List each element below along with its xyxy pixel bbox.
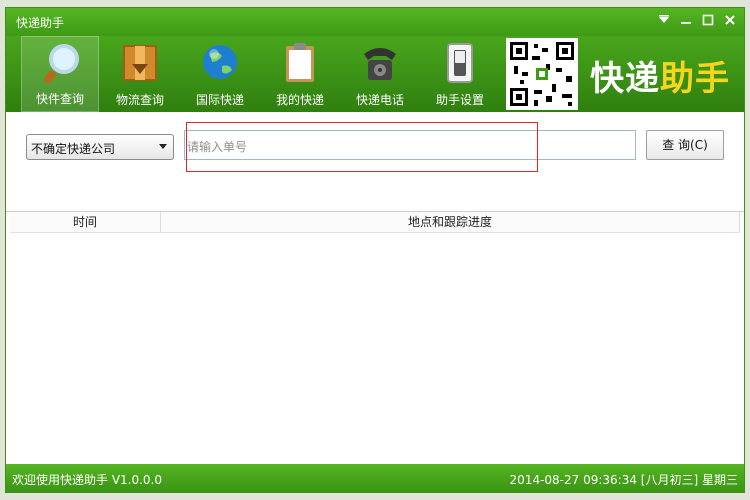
brand-text-highlight: 助手 bbox=[660, 59, 730, 99]
minimize-icon[interactable] bbox=[678, 12, 694, 28]
tool-label: 国际快递 bbox=[195, 93, 244, 107]
telephone-icon bbox=[360, 40, 400, 86]
maximize-icon[interactable] bbox=[700, 12, 716, 28]
tracking-number-input[interactable]: 请输入单号 bbox=[184, 130, 636, 160]
menu-dropdown-icon[interactable] bbox=[656, 12, 672, 28]
clipboard-icon bbox=[280, 40, 320, 86]
column-header-time[interactable]: 时间 bbox=[10, 212, 161, 232]
search-panel: 不确定快递公司 请输入单号 查 询(C) bbox=[6, 112, 744, 208]
tool-label: 快递电话 bbox=[355, 93, 404, 107]
tool-assistant-settings[interactable]: 助手设置 bbox=[421, 36, 499, 112]
tool-logistics-query[interactable]: 物流查询 bbox=[101, 36, 179, 112]
query-button[interactable]: 查 询(C) bbox=[646, 130, 724, 160]
tool-label: 物流查询 bbox=[115, 93, 164, 107]
tool-label: 快件查询 bbox=[35, 92, 84, 106]
brand-text-main: 快递 bbox=[590, 59, 660, 99]
dropdown-arrow-icon bbox=[159, 144, 167, 149]
tool-label: 助手设置 bbox=[435, 93, 484, 107]
courier-company-select[interactable]: 不确定快递公司 bbox=[26, 134, 174, 160]
app-window: 快递助手 快件查询 物流查询 国际快递 我的快递 快递电话 助手设置 快递助手 … bbox=[5, 7, 745, 493]
window-controls bbox=[656, 12, 738, 28]
title-bar: 快递助手 bbox=[6, 8, 744, 36]
status-bar: 欢迎使用快递助手 V1.0.0.0 2014-08-27 09:36:34 [八… bbox=[6, 464, 744, 492]
column-header-location-progress[interactable]: 地点和跟踪进度 bbox=[161, 212, 740, 232]
tool-express-phone[interactable]: 快递电话 bbox=[341, 36, 419, 112]
tool-express-query[interactable]: 快件查询 bbox=[21, 36, 99, 112]
tracking-results-table: 时间 地点和跟踪进度 bbox=[6, 211, 744, 470]
globe-icon bbox=[200, 40, 240, 86]
close-icon[interactable] bbox=[722, 12, 738, 28]
main-toolbar: 快件查询 物流查询 国际快递 我的快递 快递电话 助手设置 快递助手 bbox=[6, 36, 744, 112]
tool-international-express[interactable]: 国际快递 bbox=[181, 36, 259, 112]
box-icon bbox=[120, 40, 160, 86]
table-header: 时间 地点和跟踪进度 bbox=[10, 212, 740, 233]
window-title: 快递助手 bbox=[16, 16, 65, 30]
courier-company-value: 不确定快递公司 bbox=[31, 142, 116, 156]
magnifier-icon bbox=[41, 41, 81, 87]
tracking-number-placeholder: 请输入单号 bbox=[187, 140, 248, 154]
tool-label: 我的快递 bbox=[275, 93, 324, 107]
status-datetime: 2014-08-27 09:36:34 [八月初三] 星期三 bbox=[509, 473, 738, 487]
qr-code-image bbox=[506, 38, 578, 110]
switch-icon bbox=[440, 40, 480, 86]
brand-logo: 快递助手 bbox=[590, 51, 730, 100]
status-welcome-text: 欢迎使用快递助手 V1.0.0.0 bbox=[12, 473, 163, 487]
tool-my-express[interactable]: 我的快递 bbox=[261, 36, 339, 112]
